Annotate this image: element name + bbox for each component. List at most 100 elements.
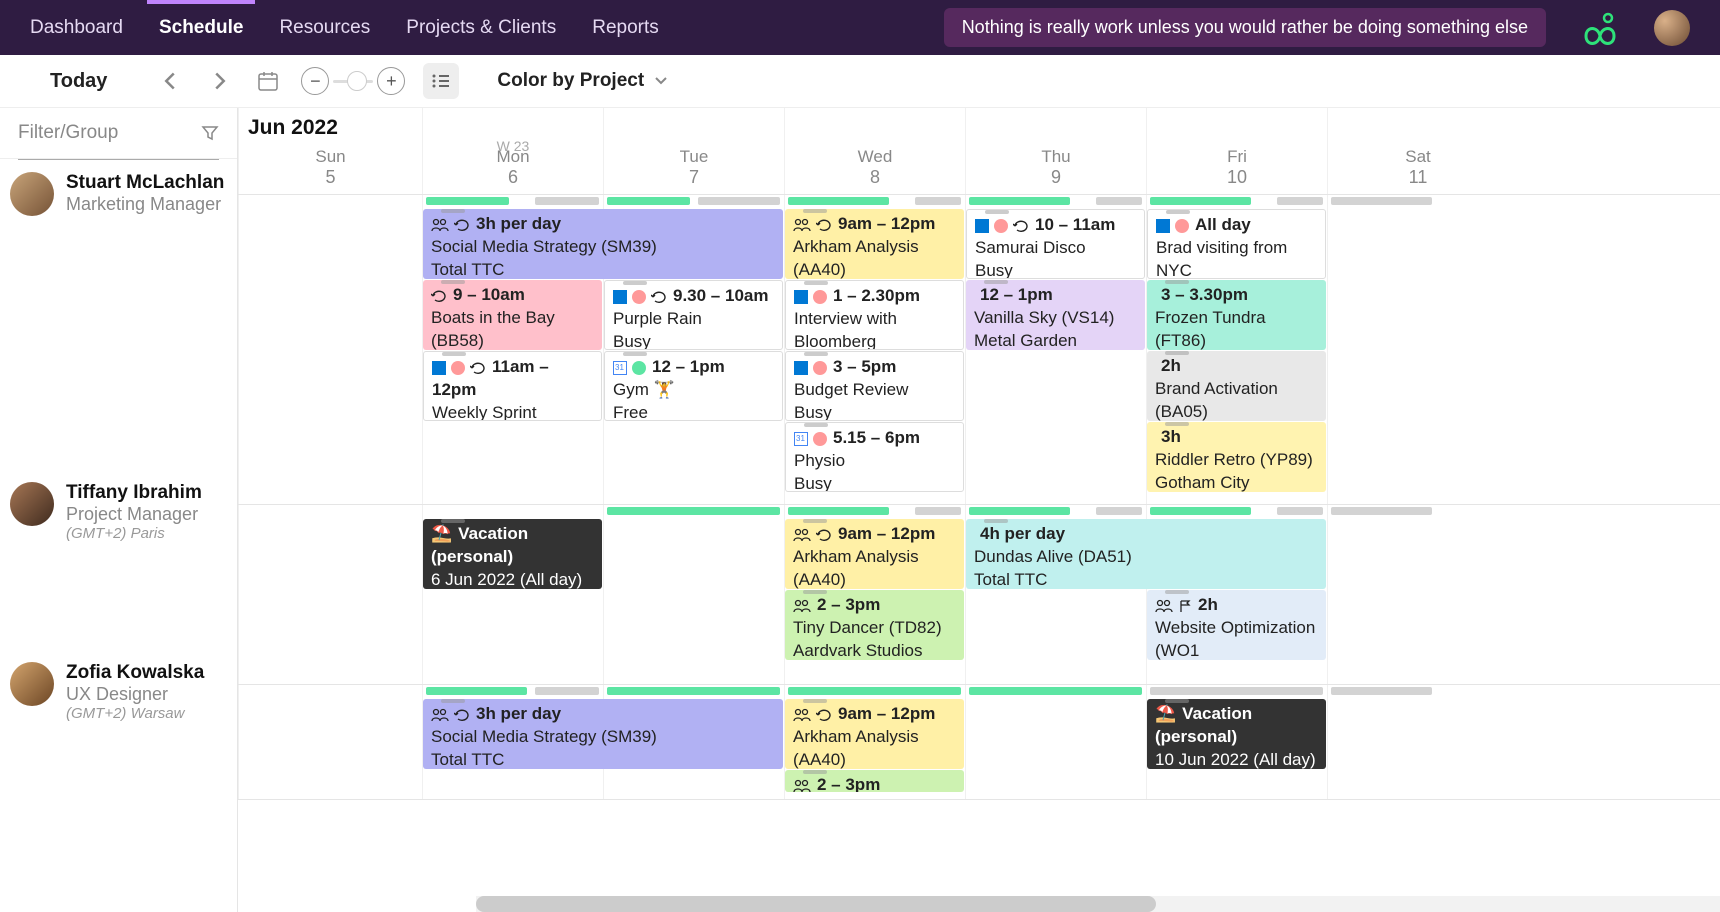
person-tz: (GMT+2) Paris xyxy=(66,525,202,542)
filter-group-input[interactable]: Filter/Group xyxy=(0,108,237,159)
calendar-event[interactable]: 2hBrand Activation (BA05)Bizco xyxy=(1147,351,1326,421)
availability-strip xyxy=(1096,197,1142,205)
availability-strip xyxy=(788,197,889,205)
nav-projects-clients[interactable]: Projects & Clients xyxy=(406,2,556,54)
zoom-out-icon[interactable]: − xyxy=(301,67,329,95)
availability-strip xyxy=(915,507,961,515)
calendar-event[interactable]: 3h per daySocial Media Strategy (SM39)To… xyxy=(423,699,783,769)
month-label: Jun 2022 xyxy=(248,116,338,140)
horizontal-scrollbar[interactable] xyxy=(476,896,1720,912)
availability-strip xyxy=(426,197,509,205)
calendar-event[interactable]: ⛱️Vacation (personal)10 Jun 2022 (All da… xyxy=(1147,699,1326,769)
calendar-event[interactable]: 3 – 5pmBudget ReviewBusy xyxy=(785,351,964,421)
availability-strip xyxy=(1331,197,1432,205)
availability-strip xyxy=(607,507,780,515)
color-by-dropdown[interactable]: Color by Project xyxy=(497,70,668,92)
toolbar: Today − + Color by Project xyxy=(0,55,1720,108)
person-name: Stuart McLachlan xyxy=(66,172,224,194)
today-button[interactable]: Today xyxy=(20,70,137,93)
calendar-event[interactable]: 3h per daySocial Media Strategy (SM39)To… xyxy=(423,209,783,279)
zoom-in-icon[interactable]: + xyxy=(377,67,405,95)
availability-strip xyxy=(969,197,1070,205)
availability-strip xyxy=(788,687,961,695)
availability-strip xyxy=(1150,197,1251,205)
person-row[interactable]: Zofia Kowalska UX Designer (GMT+2) Warsa… xyxy=(0,650,237,765)
availability-strip xyxy=(1150,687,1323,695)
availability-strip xyxy=(426,687,527,695)
calendar-event[interactable]: 9.30 – 10amPurple RainBusy xyxy=(604,280,783,350)
calendar-event[interactable]: 9am – 12pmArkham Analysis (AA40)Gotham C… xyxy=(785,519,964,589)
calendar-event[interactable]: 2 – 3pm xyxy=(785,770,964,792)
calendar-event[interactable]: 9 – 10amBoats in the Bay (BB58)Aardvark … xyxy=(423,280,602,350)
person-row[interactable]: Stuart McLachlan Marketing Manager xyxy=(0,160,237,470)
next-icon[interactable] xyxy=(205,66,235,96)
person-tz: (GMT+2) Warsaw xyxy=(66,705,204,722)
calendar-event[interactable]: 2 – 3pmTiny Dancer (TD82)Aardvark Studio… xyxy=(785,590,964,660)
calendar-row: 3h per daySocial Media Strategy (SM39)To… xyxy=(238,195,1720,505)
calendar-event[interactable]: 12 – 1pmVanilla Sky (VS14)Metal Garden xyxy=(966,280,1145,350)
calendar-event[interactable]: All dayBrad visiting from NYCFree xyxy=(1147,209,1326,279)
app-logo-icon[interactable] xyxy=(1582,10,1618,46)
prev-icon[interactable] xyxy=(155,66,185,96)
nav-reports[interactable]: Reports xyxy=(592,2,659,54)
quote-banner: Nothing is really work unless you would … xyxy=(944,8,1546,47)
avatar[interactable] xyxy=(1654,10,1690,46)
availability-strip xyxy=(1150,507,1251,515)
person-row[interactable]: Tiffany Ibrahim Project Manager (GMT+2) … xyxy=(0,470,237,650)
calendar-event[interactable]: 10 – 11amSamurai DiscoBusy xyxy=(966,209,1145,279)
calendar-event[interactable]: 9am – 12pmArkham Analysis (AA40)Gotham C… xyxy=(785,699,964,769)
avatar xyxy=(10,172,54,216)
calendar-event[interactable]: 11am – 12pmWeekly Sprint PlanningBusy xyxy=(423,351,602,421)
calendar-grid: Jun 2022 Sun5W 23Mon6Tue7Wed8Thu9Fri10Sa… xyxy=(238,108,1720,912)
person-role: Project Manager xyxy=(66,504,202,525)
day-column-header: Thu9 xyxy=(965,108,1146,194)
availability-strip xyxy=(1331,507,1432,515)
person-role: Marketing Manager xyxy=(66,194,224,215)
calendar-event[interactable]: 9am – 12pmArkham Analysis (AA40)Gotham C… xyxy=(785,209,964,279)
calendar-event[interactable]: 3hRiddler Retro (YP89)Gotham City xyxy=(1147,422,1326,492)
nav-resources[interactable]: Resources xyxy=(279,2,370,54)
day-column-header: W 23Mon6 xyxy=(422,108,603,194)
filter-icon[interactable] xyxy=(201,124,219,142)
person-role: UX Designer xyxy=(66,684,204,705)
nav-dashboard[interactable]: Dashboard xyxy=(30,2,123,54)
sidebar: Filter/Group Stuart McLachlan Marketing … xyxy=(0,108,238,912)
availability-strip xyxy=(915,197,961,205)
calendar-icon[interactable] xyxy=(253,66,283,96)
calendar-event[interactable]: ⛱️Vacation (personal)6 Jun 2022 (All day… xyxy=(423,519,602,589)
availability-strip xyxy=(969,687,1142,695)
filter-label: Filter/Group xyxy=(18,122,118,144)
nav-schedule[interactable]: Schedule xyxy=(159,2,243,54)
list-view-icon[interactable] xyxy=(423,63,459,99)
person-name: Tiffany Ibrahim xyxy=(66,482,202,504)
avatar xyxy=(10,662,54,706)
availability-strip xyxy=(698,197,781,205)
availability-strip xyxy=(969,507,1070,515)
calendar-event[interactable]: 4h per dayDundas Alive (DA51)Total TTC xyxy=(966,519,1326,589)
avatar xyxy=(10,482,54,526)
day-column-header: Sat11 xyxy=(1327,108,1508,194)
availability-strip xyxy=(1096,507,1142,515)
top-nav: Dashboard Schedule Resources Projects & … xyxy=(0,0,1720,55)
availability-strip xyxy=(788,507,889,515)
calendar-event[interactable]: 2hWebsite Optimization (WO1Metal Garden xyxy=(1147,590,1326,660)
availability-strip xyxy=(607,687,780,695)
calendar-event[interactable]: 5.15 – 6pmPhysioBusy xyxy=(785,422,964,492)
availability-strip xyxy=(1277,197,1323,205)
availability-strip xyxy=(1331,687,1432,695)
calendar-row: 3h per daySocial Media Strategy (SM39)To… xyxy=(238,685,1720,800)
day-column-header: Fri10 xyxy=(1146,108,1327,194)
calendar-event[interactable]: 3 – 3.30pmFrozen Tundra (FT86)Metal Gard… xyxy=(1147,280,1326,350)
day-column-header: Wed8 xyxy=(784,108,965,194)
person-name: Zofia Kowalska xyxy=(66,662,204,684)
chevron-down-icon xyxy=(654,76,668,86)
availability-strip xyxy=(535,687,599,695)
availability-strip xyxy=(535,197,599,205)
calendar-event[interactable]: 1 – 2.30pmInterview with BloombergBusy xyxy=(785,280,964,350)
scrollbar-thumb[interactable] xyxy=(476,896,1156,912)
day-column-header: Tue7 xyxy=(603,108,784,194)
calendar-event[interactable]: 12 – 1pmGym 🏋️Free xyxy=(604,351,783,421)
zoom-slider[interactable]: − + xyxy=(301,67,405,95)
calendar-row: ⛱️Vacation (personal)6 Jun 2022 (All day… xyxy=(238,505,1720,685)
color-by-label: Color by Project xyxy=(497,70,644,92)
